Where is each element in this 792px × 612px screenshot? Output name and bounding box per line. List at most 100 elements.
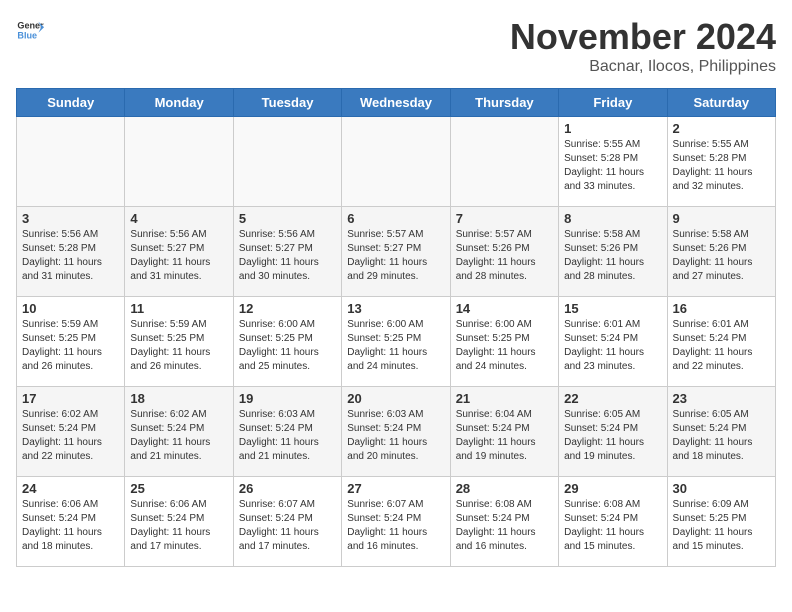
day-info: Sunrise: 5:56 AM Sunset: 5:28 PM Dayligh… bbox=[22, 228, 119, 284]
day-number: 13 bbox=[347, 301, 444, 316]
day-info: Sunrise: 5:59 AM Sunset: 5:25 PM Dayligh… bbox=[22, 318, 119, 374]
day-number: 19 bbox=[239, 391, 336, 406]
day-number: 1 bbox=[564, 121, 661, 136]
calendar-day-cell: 13 Sunrise: 6:00 AM Sunset: 5:25 PM Dayli… bbox=[342, 297, 450, 387]
calendar-day-cell: 26 Sunrise: 6:07 AM Sunset: 5:24 PM Dayli… bbox=[233, 477, 341, 567]
day-info: Sunrise: 5:59 AM Sunset: 5:25 PM Dayligh… bbox=[130, 318, 227, 374]
calendar-day-cell: 11 Sunrise: 5:59 AM Sunset: 5:25 PM Dayli… bbox=[125, 297, 233, 387]
weekday-header-row: SundayMondayTuesdayWednesdayThursdayFrid… bbox=[17, 89, 776, 117]
day-number: 29 bbox=[564, 481, 661, 496]
day-number: 30 bbox=[673, 481, 770, 496]
day-info: Sunrise: 6:02 AM Sunset: 5:24 PM Dayligh… bbox=[22, 408, 119, 464]
day-info: Sunrise: 6:05 AM Sunset: 5:24 PM Dayligh… bbox=[564, 408, 661, 464]
day-number: 5 bbox=[239, 211, 336, 226]
day-info: Sunrise: 6:03 AM Sunset: 5:24 PM Dayligh… bbox=[239, 408, 336, 464]
day-number: 26 bbox=[239, 481, 336, 496]
day-info: Sunrise: 6:07 AM Sunset: 5:24 PM Dayligh… bbox=[239, 498, 336, 554]
calendar-day-cell: 3 Sunrise: 5:56 AM Sunset: 5:28 PM Daylig… bbox=[17, 207, 125, 297]
weekday-header: Thursday bbox=[450, 89, 558, 117]
day-number: 7 bbox=[456, 211, 553, 226]
day-info: Sunrise: 5:57 AM Sunset: 5:26 PM Dayligh… bbox=[456, 228, 553, 284]
day-info: Sunrise: 6:02 AM Sunset: 5:24 PM Dayligh… bbox=[130, 408, 227, 464]
day-number: 21 bbox=[456, 391, 553, 406]
calendar-day-cell: 23Sunrise: 6:05 AM Sunset: 5:24 PM Dayli… bbox=[667, 387, 775, 477]
day-number: 17 bbox=[22, 391, 119, 406]
calendar-day-cell bbox=[17, 117, 125, 207]
day-info: Sunrise: 6:00 AM Sunset: 5:25 PM Dayligh… bbox=[347, 318, 444, 374]
day-info: Sunrise: 5:58 AM Sunset: 5:26 PM Dayligh… bbox=[564, 228, 661, 284]
day-number: 10 bbox=[22, 301, 119, 316]
day-number: 24 bbox=[22, 481, 119, 496]
calendar-day-cell: 1 Sunrise: 5:55 AM Sunset: 5:28 PM Daylig… bbox=[559, 117, 667, 207]
calendar-day-cell: 10 Sunrise: 5:59 AM Sunset: 5:25 PM Dayli… bbox=[17, 297, 125, 387]
calendar-day-cell: 24 Sunrise: 6:06 AM Sunset: 5:24 PM Dayli… bbox=[17, 477, 125, 567]
day-number: 15 bbox=[564, 301, 661, 316]
day-number: 11 bbox=[130, 301, 227, 316]
title-section: November 2024 Bacnar, Ilocos, Philippine… bbox=[510, 16, 776, 76]
day-info: Sunrise: 5:58 AM Sunset: 5:26 PM Dayligh… bbox=[673, 228, 770, 284]
day-info: Sunrise: 6:01 AM Sunset: 5:24 PM Dayligh… bbox=[673, 318, 770, 374]
day-info: Sunrise: 6:09 AM Sunset: 5:25 PM Dayligh… bbox=[673, 498, 770, 554]
calendar-week-row: 10 Sunrise: 5:59 AM Sunset: 5:25 PM Dayli… bbox=[17, 297, 776, 387]
calendar-week-row: 1 Sunrise: 5:55 AM Sunset: 5:28 PM Daylig… bbox=[17, 117, 776, 207]
day-number: 22 bbox=[564, 391, 661, 406]
calendar-day-cell: 5 Sunrise: 5:56 AM Sunset: 5:27 PM Daylig… bbox=[233, 207, 341, 297]
day-number: 3 bbox=[22, 211, 119, 226]
day-info: Sunrise: 6:00 AM Sunset: 5:25 PM Dayligh… bbox=[239, 318, 336, 374]
calendar-day-cell: 4Sunrise: 5:56 AM Sunset: 5:27 PM Daylig… bbox=[125, 207, 233, 297]
day-number: 6 bbox=[347, 211, 444, 226]
weekday-header: Monday bbox=[125, 89, 233, 117]
calendar-day-cell: 27 Sunrise: 6:07 AM Sunset: 5:24 PM Dayli… bbox=[342, 477, 450, 567]
logo: General Blue bbox=[16, 16, 44, 44]
day-info: Sunrise: 5:57 AM Sunset: 5:27 PM Dayligh… bbox=[347, 228, 444, 284]
day-number: 8 bbox=[564, 211, 661, 226]
day-number: 16 bbox=[673, 301, 770, 316]
day-info: Sunrise: 6:07 AM Sunset: 5:24 PM Dayligh… bbox=[347, 498, 444, 554]
svg-text:Blue: Blue bbox=[17, 30, 37, 40]
day-info: Sunrise: 6:05 AM Sunset: 5:24 PM Dayligh… bbox=[673, 408, 770, 464]
day-number: 9 bbox=[673, 211, 770, 226]
calendar-day-cell: 30 Sunrise: 6:09 AM Sunset: 5:25 PM Dayli… bbox=[667, 477, 775, 567]
weekday-header: Saturday bbox=[667, 89, 775, 117]
calendar-table: SundayMondayTuesdayWednesdayThursdayFrid… bbox=[16, 88, 776, 567]
day-info: Sunrise: 5:56 AM Sunset: 5:27 PM Dayligh… bbox=[239, 228, 336, 284]
svg-text:General: General bbox=[17, 21, 44, 31]
day-info: Sunrise: 6:06 AM Sunset: 5:24 PM Dayligh… bbox=[22, 498, 119, 554]
weekday-header: Friday bbox=[559, 89, 667, 117]
calendar-day-cell: 12 Sunrise: 6:00 AM Sunset: 5:25 PM Dayli… bbox=[233, 297, 341, 387]
calendar-day-cell: 18 Sunrise: 6:02 AM Sunset: 5:24 PM Dayli… bbox=[125, 387, 233, 477]
day-number: 2 bbox=[673, 121, 770, 136]
weekday-header: Tuesday bbox=[233, 89, 341, 117]
day-info: Sunrise: 5:55 AM Sunset: 5:28 PM Dayligh… bbox=[673, 138, 770, 194]
calendar-day-cell: 21 Sunrise: 6:04 AM Sunset: 5:24 PM Dayli… bbox=[450, 387, 558, 477]
day-number: 12 bbox=[239, 301, 336, 316]
day-info: Sunrise: 6:03 AM Sunset: 5:24 PM Dayligh… bbox=[347, 408, 444, 464]
calendar-day-cell: 7 Sunrise: 5:57 AM Sunset: 5:26 PM Daylig… bbox=[450, 207, 558, 297]
calendar-day-cell: 19 Sunrise: 6:03 AM Sunset: 5:24 PM Dayli… bbox=[233, 387, 341, 477]
calendar-day-cell: 9 Sunrise: 5:58 AM Sunset: 5:26 PM Daylig… bbox=[667, 207, 775, 297]
weekday-header: Sunday bbox=[17, 89, 125, 117]
location-title: Bacnar, Ilocos, Philippines bbox=[510, 58, 776, 76]
day-info: Sunrise: 5:55 AM Sunset: 5:28 PM Dayligh… bbox=[564, 138, 661, 194]
calendar-day-cell bbox=[125, 117, 233, 207]
day-info: Sunrise: 6:06 AM Sunset: 5:24 PM Dayligh… bbox=[130, 498, 227, 554]
calendar-day-cell: 29 Sunrise: 6:08 AM Sunset: 5:24 PM Dayli… bbox=[559, 477, 667, 567]
day-number: 18 bbox=[130, 391, 227, 406]
day-info: Sunrise: 6:04 AM Sunset: 5:24 PM Dayligh… bbox=[456, 408, 553, 464]
logo-icon: General Blue bbox=[16, 16, 44, 44]
calendar-day-cell: 17 Sunrise: 6:02 AM Sunset: 5:24 PM Dayli… bbox=[17, 387, 125, 477]
month-title: November 2024 bbox=[510, 16, 776, 58]
calendar-day-cell: 25Sunrise: 6:06 AM Sunset: 5:24 PM Dayli… bbox=[125, 477, 233, 567]
day-number: 20 bbox=[347, 391, 444, 406]
calendar-week-row: 24 Sunrise: 6:06 AM Sunset: 5:24 PM Dayli… bbox=[17, 477, 776, 567]
calendar-day-cell: 16 Sunrise: 6:01 AM Sunset: 5:24 PM Dayli… bbox=[667, 297, 775, 387]
calendar-week-row: 17 Sunrise: 6:02 AM Sunset: 5:24 PM Dayli… bbox=[17, 387, 776, 477]
day-info: Sunrise: 6:08 AM Sunset: 5:24 PM Dayligh… bbox=[564, 498, 661, 554]
day-number: 28 bbox=[456, 481, 553, 496]
page-header: General Blue November 2024 Bacnar, Iloco… bbox=[16, 16, 776, 76]
calendar-day-cell: 22 Sunrise: 6:05 AM Sunset: 5:24 PM Dayli… bbox=[559, 387, 667, 477]
day-info: Sunrise: 6:00 AM Sunset: 5:25 PM Dayligh… bbox=[456, 318, 553, 374]
day-number: 27 bbox=[347, 481, 444, 496]
calendar-day-cell: 2 Sunrise: 5:55 AM Sunset: 5:28 PM Daylig… bbox=[667, 117, 775, 207]
day-info: Sunrise: 6:01 AM Sunset: 5:24 PM Dayligh… bbox=[564, 318, 661, 374]
